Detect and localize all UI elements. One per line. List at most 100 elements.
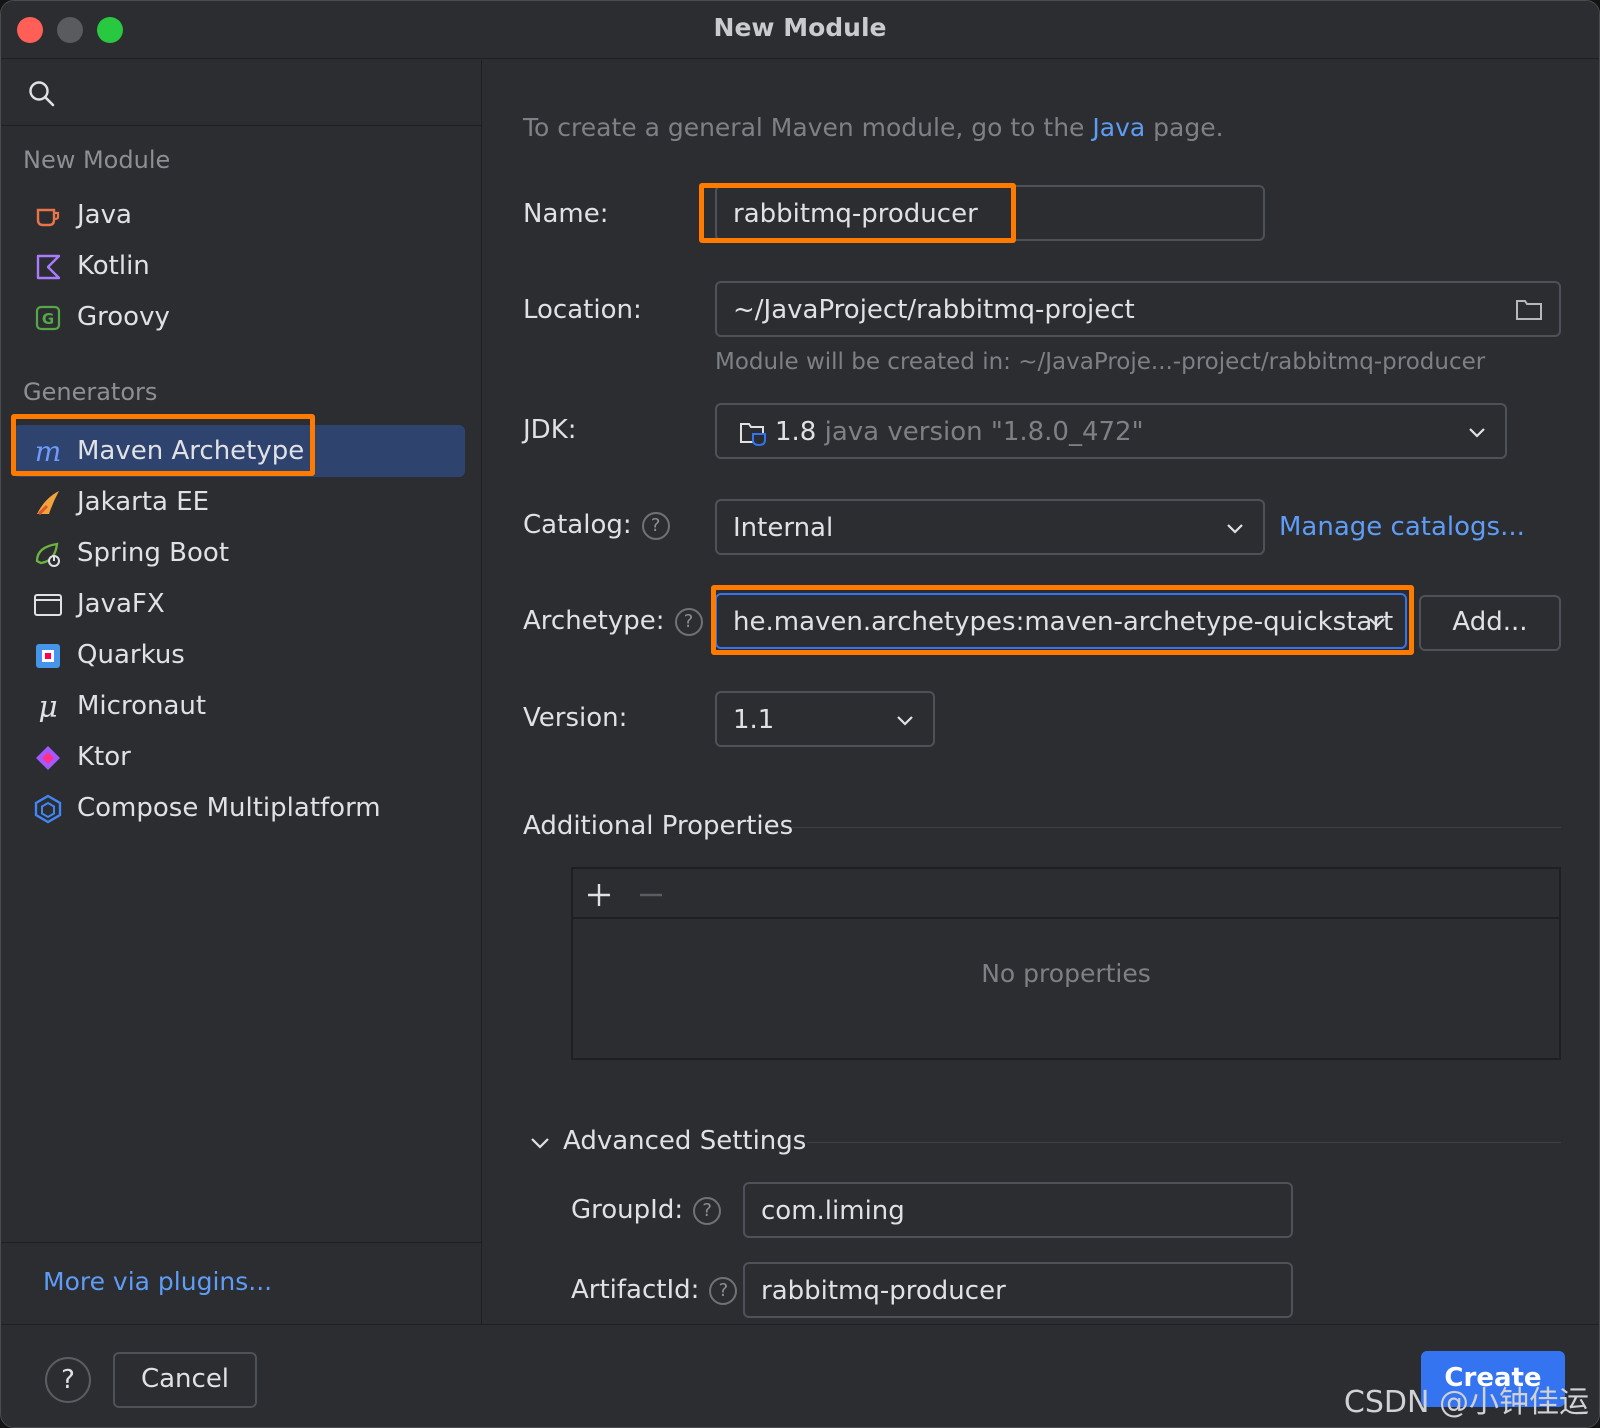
add-archetype-button[interactable]: Add... — [1419, 595, 1561, 651]
no-properties-text: No properties — [981, 959, 1151, 988]
sidebar-item-label: Maven Archetype — [77, 436, 305, 466]
sidebar-item-label: JavaFX — [77, 589, 165, 619]
sidebar-item-jakarta-ee[interactable]: Jakarta EE — [13, 476, 465, 528]
jdk-folder-icon — [740, 423, 766, 447]
svg-text:m: m — [35, 437, 62, 467]
java-cup-icon — [33, 201, 63, 231]
artifactid-help-icon[interactable]: ? — [709, 1276, 738, 1305]
remove-property-icon[interactable] — [637, 881, 665, 909]
sidebar-item-spring-boot[interactable]: Spring Boot — [13, 527, 465, 579]
maven-icon: m — [33, 437, 63, 467]
compose-multiplatform-icon — [33, 794, 63, 824]
chevron-down-icon — [1227, 524, 1243, 534]
version-select[interactable]: 1.1 — [715, 691, 935, 747]
sidebar-item-label: Java — [77, 200, 132, 230]
sidebar-item-groovy[interactable]: G Groovy — [13, 291, 465, 343]
dialog-footer: ? Cancel Create CSDN @小钟佳运 — [1, 1324, 1599, 1427]
more-via-plugins-link[interactable]: More via plugins... — [43, 1267, 272, 1296]
artifactid-field[interactable]: rabbitmq-producer — [743, 1262, 1293, 1318]
catalog-select[interactable]: Internal — [715, 499, 1265, 555]
name-value: rabbitmq-producer — [733, 199, 978, 229]
title-bar: New Module — [1, 1, 1599, 59]
groovy-icon: G — [33, 303, 63, 333]
advanced-settings-toggle[interactable]: Advanced Settings — [563, 1126, 806, 1156]
name-field[interactable]: rabbitmq-producer — [715, 185, 1265, 241]
groupid-label: GroupId:? — [571, 1195, 722, 1225]
artifactid-label: ArtifactId:? — [571, 1275, 738, 1305]
archetype-value: he.maven.archetypes:maven-archetype-quic… — [733, 607, 1394, 637]
add-property-icon[interactable] — [585, 881, 613, 909]
location-value: ~/JavaProject/rabbitmq-project — [733, 295, 1135, 325]
properties-toolbar — [573, 869, 1559, 919]
sidebar: New Module Java Kotlin G Groovy Generato… — [1, 60, 482, 1324]
ktor-icon — [33, 743, 63, 773]
sidebar-item-label: Quarkus — [77, 640, 185, 670]
java-page-link[interactable]: Java — [1092, 113, 1145, 142]
catalog-value: Internal — [733, 513, 834, 543]
svg-text:μ: μ — [38, 692, 58, 722]
version-label: Version: — [523, 703, 628, 733]
chevron-down-icon — [1369, 618, 1385, 628]
micronaut-icon: μ — [33, 692, 63, 722]
catalog-label-text: Catalog: — [523, 510, 632, 540]
artifactid-value: rabbitmq-producer — [761, 1276, 1006, 1306]
location-field[interactable]: ~/JavaProject/rabbitmq-project — [715, 281, 1561, 337]
jdk-detail: java version "1.8.0_472" — [824, 417, 1144, 447]
sidebar-item-label: Micronaut — [77, 691, 207, 721]
jdk-version: 1.8 — [775, 417, 817, 447]
sidebar-item-label: Spring Boot — [77, 538, 230, 568]
javafx-window-icon — [33, 590, 63, 620]
sidebar-item-kotlin[interactable]: Kotlin — [13, 240, 465, 292]
groupid-field[interactable]: com.liming — [743, 1182, 1293, 1238]
location-label: Location: — [523, 295, 642, 325]
chevron-down-icon — [897, 716, 913, 726]
catalog-help-icon[interactable]: ? — [641, 511, 670, 540]
jdk-label: JDK: — [523, 415, 577, 445]
catalog-label: Catalog:? — [523, 510, 670, 540]
cancel-button[interactable]: Cancel — [113, 1352, 257, 1408]
sidebar-item-java[interactable]: Java — [13, 189, 465, 241]
kotlin-icon — [33, 252, 63, 282]
hint-prefix: To create a general Maven module, go to … — [523, 113, 1093, 142]
archetype-label: Archetype:? — [523, 606, 703, 636]
module-location-hint: Module will be created in: ~/JavaProje..… — [715, 349, 1486, 375]
svg-text:G: G — [42, 310, 54, 328]
search-icon[interactable] — [27, 79, 57, 109]
collapse-chevron-icon[interactable] — [529, 1132, 551, 1154]
window-title: New Module — [713, 13, 887, 42]
sidebar-item-label: Jakarta EE — [77, 487, 210, 517]
browse-folder-icon[interactable] — [1515, 297, 1543, 321]
archetype-select[interactable]: he.maven.archetypes:maven-archetype-quic… — [715, 593, 1407, 649]
sidebar-search[interactable] — [1, 60, 481, 126]
manage-catalogs-link[interactable]: Manage catalogs... — [1279, 512, 1525, 542]
help-button[interactable]: ? — [45, 1357, 91, 1403]
name-label: Name: — [523, 199, 609, 229]
new-module-section-title: New Module — [23, 146, 171, 174]
jdk-select[interactable]: 1.8 java version "1.8.0_472" — [715, 403, 1507, 459]
groupid-label-text: GroupId: — [571, 1195, 684, 1225]
groupid-help-icon[interactable]: ? — [693, 1196, 722, 1225]
spring-boot-icon — [33, 539, 63, 569]
hint-suffix: page. — [1145, 113, 1224, 142]
sidebar-item-compose-multiplatform[interactable]: Compose Multiplatform — [13, 782, 465, 834]
maven-hint-text: To create a general Maven module, go to … — [523, 113, 1224, 142]
additional-properties-divider — [791, 827, 1561, 828]
sidebar-item-label: Groovy — [77, 302, 170, 332]
sidebar-divider — [1, 1242, 481, 1243]
new-module-dialog: New Module New Module Java Kotlin G Groo… — [0, 0, 1600, 1428]
sidebar-item-javafx[interactable]: JavaFX — [13, 578, 465, 630]
artifactid-label-text: ArtifactId: — [571, 1275, 700, 1305]
archetype-label-text: Archetype: — [523, 606, 665, 636]
quarkus-icon — [33, 641, 63, 671]
sidebar-item-label: Kotlin — [77, 251, 150, 281]
archetype-help-icon[interactable]: ? — [674, 607, 703, 636]
version-value: 1.1 — [733, 705, 775, 735]
sidebar-item-ktor[interactable]: Ktor — [13, 731, 465, 783]
sidebar-item-label: Ktor — [77, 742, 131, 772]
groupid-value: com.liming — [761, 1196, 905, 1226]
sidebar-item-maven-archetype[interactable]: m Maven Archetype — [13, 425, 465, 477]
sidebar-item-label: Compose Multiplatform — [77, 793, 381, 823]
sidebar-item-micronaut[interactable]: μ Micronaut — [13, 680, 465, 732]
additional-properties-title: Additional Properties — [523, 811, 794, 841]
sidebar-item-quarkus[interactable]: Quarkus — [13, 629, 465, 681]
